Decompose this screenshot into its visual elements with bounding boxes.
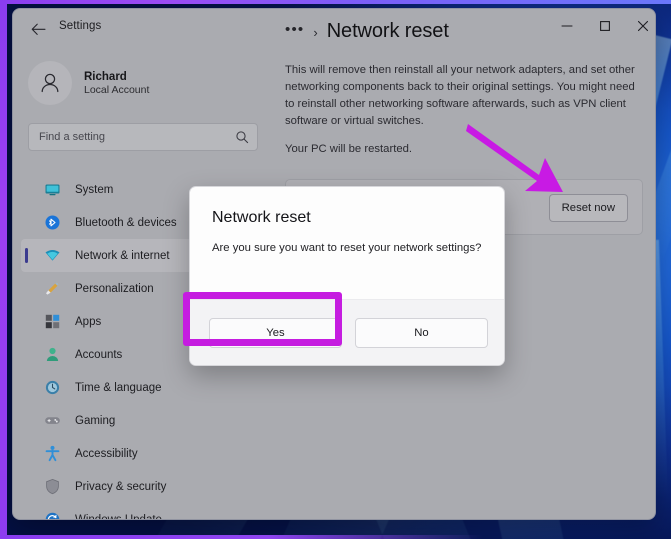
paintbrush-icon — [43, 279, 62, 298]
profile-name: Richard — [84, 70, 127, 83]
sidebar-item-label: Bluetooth & devices — [75, 216, 177, 229]
person-icon — [43, 345, 62, 364]
breadcrumb-overflow-button[interactable]: ••• — [285, 22, 304, 37]
sidebar-item-label: Apps — [75, 315, 102, 328]
page-title: Network reset — [326, 20, 449, 42]
sidebar-item-label: Network & internet — [75, 249, 170, 262]
sidebar-item-label: Accounts — [75, 348, 123, 361]
dialog-title: Network reset — [212, 209, 311, 226]
accessibility-icon — [43, 444, 62, 463]
restart-note: Your PC will be restarted. — [285, 143, 413, 155]
dialog-footer: Yes No — [190, 299, 504, 365]
profile-text: Richard Local Account — [84, 71, 149, 96]
sidebar-item-accessibility[interactable]: Accessibility — [21, 437, 269, 470]
chevron-right-icon: › — [313, 25, 318, 40]
search-icon — [235, 130, 249, 144]
dialog-yes-button[interactable]: Yes — [209, 318, 342, 348]
screenshot-border-top — [0, 0, 671, 4]
dialog-message: Are you sure you want to reset your netw… — [212, 242, 482, 254]
avatar — [28, 61, 72, 105]
reset-now-button[interactable]: Reset now — [548, 194, 628, 222]
sidebar-item-label: Privacy & security — [75, 480, 167, 493]
user-profile[interactable]: Richard Local Account — [28, 57, 258, 109]
update-refresh-icon — [43, 510, 62, 519]
network-reset-confirmation-dialog: Network reset Are you sure you want to r… — [189, 186, 505, 366]
screenshot-border-left — [0, 0, 7, 539]
sidebar-item-time-language[interactable]: Time & language — [21, 371, 269, 404]
search-input[interactable] — [39, 131, 235, 143]
page-description: This will remove then reinstall all your… — [285, 64, 635, 127]
bluetooth-icon — [43, 213, 62, 232]
sidebar-item-windows-update[interactable]: Windows Update — [21, 503, 269, 520]
sidebar-item-label: Accessibility — [75, 447, 138, 460]
apps-grid-icon — [43, 312, 62, 331]
back-button[interactable] — [26, 17, 50, 41]
monitor-icon — [43, 180, 62, 199]
clock-globe-icon — [43, 378, 62, 397]
wifi-icon — [43, 246, 62, 265]
sidebar-item-label: Time & language — [75, 381, 162, 394]
sidebar-item-label: Windows Update — [75, 513, 162, 520]
profile-account-type: Local Account — [84, 83, 150, 96]
gamepad-icon — [43, 411, 62, 430]
app-title: Settings — [59, 20, 102, 32]
sidebar-item-privacy-security[interactable]: Privacy & security — [21, 470, 269, 503]
shield-icon — [43, 477, 62, 496]
search-box[interactable] — [28, 123, 258, 151]
sidebar-item-label: Personalization — [75, 282, 154, 295]
sidebar-item-gaming[interactable]: Gaming — [21, 404, 269, 437]
sidebar-item-label: System — [75, 183, 114, 196]
dialog-no-button[interactable]: No — [355, 318, 488, 348]
selection-indicator — [25, 248, 28, 263]
breadcrumb: ••• › Network reset — [285, 21, 449, 41]
screenshot-border-bottom — [0, 535, 671, 539]
settings-window: Settings Richard Local Account Find a se… — [12, 8, 656, 520]
sidebar-item-label: Gaming — [75, 414, 116, 427]
